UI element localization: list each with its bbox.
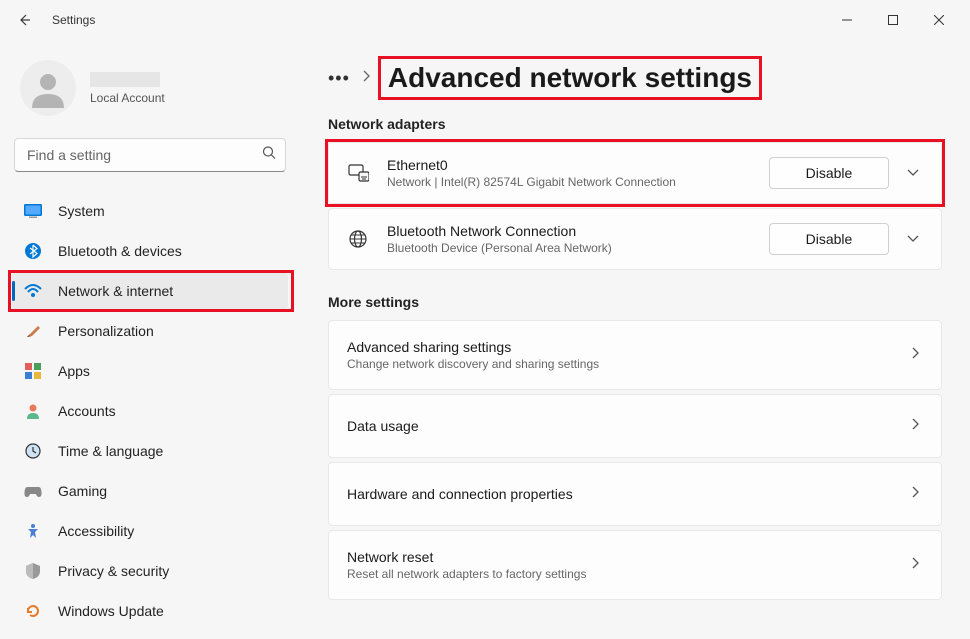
update-icon xyxy=(24,602,42,620)
wifi-icon xyxy=(24,282,42,300)
chevron-right-icon xyxy=(362,69,370,87)
sidebar-item-update[interactable]: Windows Update xyxy=(12,592,288,630)
section-label-more: More settings xyxy=(328,294,942,310)
shield-icon xyxy=(24,562,42,580)
system-icon xyxy=(24,202,42,220)
sidebar-item-label: Time & language xyxy=(58,443,163,459)
sidebar-item-system[interactable]: System xyxy=(12,192,288,230)
maximize-button[interactable] xyxy=(870,4,916,36)
adapter-card-ethernet[interactable]: Ethernet0 Network | Intel(R) 82574L Giga… xyxy=(328,142,942,204)
expand-button[interactable] xyxy=(903,160,923,186)
chevron-right-icon xyxy=(907,342,923,368)
chevron-right-icon xyxy=(907,413,923,439)
brush-icon xyxy=(24,322,42,340)
gaming-icon xyxy=(24,482,42,500)
sidebar-item-bluetooth[interactable]: Bluetooth & devices xyxy=(12,232,288,270)
settings-item-hardware[interactable]: Hardware and connection properties xyxy=(328,462,942,526)
settings-title: Advanced sharing settings xyxy=(347,339,907,355)
adapter-name: Ethernet0 xyxy=(387,157,751,173)
sidebar-item-label: Network & internet xyxy=(58,283,173,299)
ethernet-icon xyxy=(347,164,369,182)
settings-subtitle: Reset all network adapters to factory se… xyxy=(347,567,907,581)
disable-button[interactable]: Disable xyxy=(769,157,889,189)
sidebar-item-gaming[interactable]: Gaming xyxy=(12,472,288,510)
nav-list: System Bluetooth & devices Network & int… xyxy=(12,192,288,630)
sidebar: Local Account System Bluetooth & devices… xyxy=(0,40,300,639)
sidebar-item-label: Apps xyxy=(58,363,90,379)
back-arrow-icon xyxy=(16,12,32,28)
settings-subtitle: Change network discovery and sharing set… xyxy=(347,357,907,371)
disable-button[interactable]: Disable xyxy=(769,223,889,255)
chevron-down-icon xyxy=(907,169,919,177)
sidebar-item-accessibility[interactable]: Accessibility xyxy=(12,512,288,550)
search-wrap xyxy=(14,138,286,172)
settings-item-reset[interactable]: Network reset Reset all network adapters… xyxy=(328,530,942,600)
globe-icon xyxy=(347,229,369,249)
bluetooth-icon xyxy=(24,242,42,260)
section-label-adapters: Network adapters xyxy=(328,116,942,132)
clock-icon xyxy=(24,442,42,460)
person-icon xyxy=(28,68,68,108)
adapter-detail: Network | Intel(R) 82574L Gigabit Networ… xyxy=(387,175,751,189)
search-input[interactable] xyxy=(14,138,286,172)
avatar xyxy=(20,60,76,116)
search-icon xyxy=(262,146,276,165)
settings-item-data-usage[interactable]: Data usage xyxy=(328,394,942,458)
window-title: Settings xyxy=(52,13,95,27)
breadcrumb: ••• Advanced network settings xyxy=(328,60,758,96)
maximize-icon xyxy=(888,15,898,25)
settings-title: Hardware and connection properties xyxy=(347,486,907,502)
back-button[interactable] xyxy=(8,4,40,36)
profile-block[interactable]: Local Account xyxy=(12,52,288,132)
adapter-card-bluetooth[interactable]: Bluetooth Network Connection Bluetooth D… xyxy=(328,208,942,270)
sidebar-item-label: System xyxy=(58,203,105,219)
chevron-right-icon xyxy=(907,481,923,507)
sidebar-item-label: Gaming xyxy=(58,483,107,499)
profile-name-placeholder xyxy=(90,72,160,87)
close-icon xyxy=(934,15,944,25)
sidebar-item-time[interactable]: Time & language xyxy=(12,432,288,470)
accounts-icon xyxy=(24,402,42,420)
chevron-right-icon xyxy=(907,552,923,578)
settings-item-sharing[interactable]: Advanced sharing settings Change network… xyxy=(328,320,942,390)
page-title: Advanced network settings xyxy=(382,60,758,96)
settings-title: Data usage xyxy=(347,418,907,434)
profile-account-type: Local Account xyxy=(90,91,165,105)
sidebar-item-personalization[interactable]: Personalization xyxy=(12,312,288,350)
settings-title: Network reset xyxy=(347,549,907,565)
breadcrumb-more-icon[interactable]: ••• xyxy=(328,68,350,89)
sidebar-item-network[interactable]: Network & internet xyxy=(12,272,288,310)
sidebar-item-label: Accounts xyxy=(58,403,116,419)
expand-button[interactable] xyxy=(903,226,923,252)
window-controls xyxy=(824,4,962,36)
sidebar-item-accounts[interactable]: Accounts xyxy=(12,392,288,430)
minimize-button[interactable] xyxy=(824,4,870,36)
accessibility-icon xyxy=(24,522,42,540)
profile-info: Local Account xyxy=(90,72,165,105)
sidebar-item-label: Bluetooth & devices xyxy=(58,243,182,259)
sidebar-item-label: Privacy & security xyxy=(58,563,169,579)
minimize-icon xyxy=(842,15,852,25)
content-area: ••• Advanced network settings Network ad… xyxy=(300,40,970,639)
sidebar-item-label: Personalization xyxy=(58,323,154,339)
sidebar-item-label: Windows Update xyxy=(58,603,164,619)
adapter-name: Bluetooth Network Connection xyxy=(387,223,751,239)
close-button[interactable] xyxy=(916,4,962,36)
title-bar: Settings xyxy=(0,0,970,40)
sidebar-item-privacy[interactable]: Privacy & security xyxy=(12,552,288,590)
chevron-down-icon xyxy=(907,235,919,243)
apps-icon xyxy=(24,362,42,380)
adapter-detail: Bluetooth Device (Personal Area Network) xyxy=(387,241,751,255)
sidebar-item-label: Accessibility xyxy=(58,523,134,539)
sidebar-item-apps[interactable]: Apps xyxy=(12,352,288,390)
